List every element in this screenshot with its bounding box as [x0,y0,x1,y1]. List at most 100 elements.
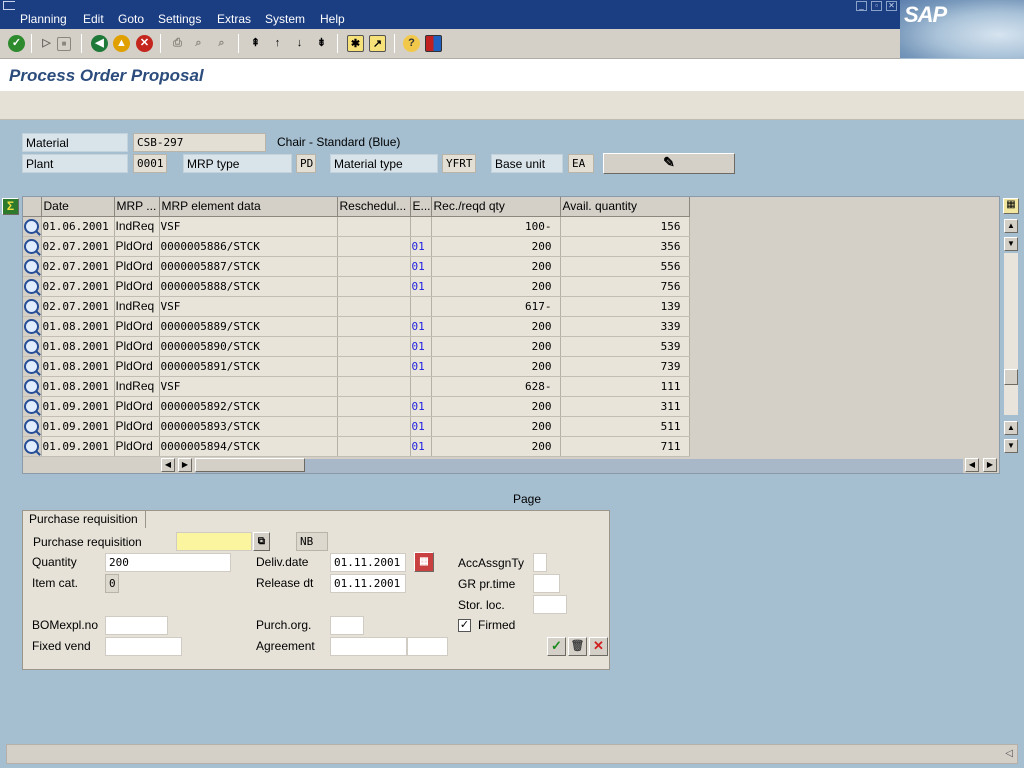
table-row[interactable]: 01.06.2001 IndReq VSF 100- 156 [23,216,690,237]
table-row[interactable]: 01.09.2001 PldOrd 0000005894/STCK 01 200 711 [23,436,690,457]
purch-org-input[interactable] [330,616,364,635]
magnifier-icon[interactable] [24,359,40,374]
magnifier-icon[interactable] [24,219,40,234]
row-detail-icon[interactable] [23,336,42,357]
agreement-item-input[interactable] [407,637,448,656]
table-row[interactable]: 02.07.2001 PldOrd 0000005886/STCK 01 200 356 [23,236,690,257]
table-row[interactable]: 01.09.2001 PldOrd 0000005892/STCK 01 200 311 [23,396,690,417]
stor-loc-input[interactable] [533,595,567,614]
row-detail-icon[interactable] [23,356,42,377]
vertical-scroll-thumb[interactable] [1004,369,1018,385]
calendar-icon[interactable]: ▦ [414,552,434,572]
fixed-vend-input[interactable] [105,637,182,656]
row-detail-icon[interactable] [23,396,42,417]
menu-goto[interactable]: Goto [118,12,144,26]
delete-button[interactable]: 🗑 [568,637,587,656]
last-page-icon[interactable]: ⇟ [313,35,330,52]
col-avail-quantity[interactable]: Avail. quantity [560,197,690,217]
close-window-icon[interactable]: ✕ [886,1,897,11]
minimize-icon[interactable]: _ [856,1,867,11]
scroll-down-button[interactable]: ▼ [1004,237,1018,251]
row-detail-icon[interactable] [23,296,42,317]
magnifier-icon[interactable] [24,299,40,314]
acc-assgn-input[interactable] [533,553,547,572]
magnifier-icon[interactable] [24,239,40,254]
row-detail-icon[interactable] [23,416,42,437]
scroll-right-button[interactable]: ▶ [178,458,192,472]
scroll-left-button[interactable]: ◀ [161,458,175,472]
magnifier-icon[interactable] [24,319,40,334]
find-next-icon[interactable]: ⌕ [213,35,230,52]
system-menu-icon[interactable] [3,1,15,10]
row-detail-icon[interactable] [23,436,42,457]
layout-menu-icon[interactable] [425,35,442,52]
magnifier-icon[interactable] [24,279,40,294]
exit-icon[interactable]: ▲ [113,35,130,52]
cancel-button[interactable]: ✕ [589,637,608,656]
col-rec-reqd-qty[interactable]: Rec./reqd qty [431,197,561,217]
row-detail-icon[interactable] [23,276,42,297]
magnifier-icon[interactable] [24,339,40,354]
magnifier-icon[interactable] [24,419,40,434]
scroll-up-button[interactable]: ▲ [1004,219,1018,233]
col-mrp-element[interactable]: MRP ... [114,197,160,217]
bom-expl-input[interactable] [105,616,168,635]
row-detail-icon[interactable] [23,376,42,397]
find-icon[interactable]: ⌕ [190,35,207,52]
row-detail-icon[interactable] [23,236,42,257]
cancel-icon[interactable]: ✕ [136,35,153,52]
firmed-checkbox[interactable]: ✓ [458,619,471,632]
create-session-icon[interactable]: ✱ [347,35,364,52]
magnifier-icon[interactable] [24,399,40,414]
confirm-button[interactable]: ✓ [547,637,566,656]
release-dt-input[interactable]: 01.11.2001 [330,574,406,593]
col-date[interactable]: Date [41,197,115,217]
magnifier-icon[interactable] [24,379,40,394]
magnifier-icon[interactable] [24,259,40,274]
vertical-scroll-track[interactable] [1004,253,1018,415]
horizontal-scroll-track[interactable] [195,459,963,473]
table-row[interactable]: 01.08.2001 PldOrd 0000005891/STCK 01 200 739 [23,356,690,377]
menu-settings[interactable]: Settings [158,12,201,26]
command-field-arrow-icon[interactable]: ▷ [38,35,55,52]
table-settings-icon[interactable]: ▦ [1003,198,1019,214]
scroll-page-up-button[interactable]: ▲ [1004,421,1018,435]
col-rescheduling[interactable]: Reschedul... [337,197,411,217]
horizontal-scroll-thumb[interactable] [195,458,305,472]
menu-system[interactable]: System [265,12,305,26]
table-row[interactable]: 01.08.2001 PldOrd 0000005889/STCK 01 200 339 [23,316,690,337]
first-page-icon[interactable]: ⇞ [247,35,264,52]
status-expand-icon[interactable]: ◁ [1005,748,1013,759]
deliv-date-input[interactable]: 01.11.2001 [330,553,406,572]
table-row[interactable]: 01.08.2001 PldOrd 0000005890/STCK 01 200 539 [23,336,690,357]
restore-icon[interactable]: ▫ [871,1,882,11]
purch-req-input[interactable] [176,532,252,551]
agreement-input[interactable] [330,637,407,656]
table-row[interactable]: 02.07.2001 PldOrd 0000005888/STCK 01 200 756 [23,276,690,297]
col-mrp-element-data[interactable]: MRP element data [159,197,338,217]
menu-extras[interactable]: Extras [217,12,251,26]
print-icon[interactable]: ⎙ [169,35,186,52]
gr-pr-time-input[interactable] [533,574,560,593]
change-material-button[interactable]: ✎ [603,153,735,174]
sum-icon[interactable]: Σ [2,198,19,215]
table-row[interactable]: 01.09.2001 PldOrd 0000005893/STCK 01 200 511 [23,416,690,437]
scroll-far-right-button[interactable]: ▶ [983,458,997,472]
row-detail-icon[interactable] [23,216,42,237]
create-shortcut-icon[interactable]: ↗ [369,35,386,52]
menu-planning[interactable]: Planning [20,12,67,26]
menu-edit[interactable]: Edit [83,12,104,26]
menu-help[interactable]: Help [320,12,345,26]
row-detail-icon[interactable] [23,256,42,277]
document-overview-icon[interactable]: ⧉ [253,532,270,551]
help-icon[interactable]: ? [403,35,420,52]
table-row[interactable]: 01.08.2001 IndReq VSF 628- 111 [23,376,690,397]
previous-page-icon[interactable]: ↑ [269,35,286,52]
row-detail-icon[interactable] [23,316,42,337]
scroll-page-down-button[interactable]: ▼ [1004,439,1018,453]
table-row[interactable]: 02.07.2001 IndReq VSF 617- 139 [23,296,690,317]
enter-icon[interactable]: ✓ [8,35,25,52]
table-row[interactable]: 02.07.2001 PldOrd 0000005887/STCK 01 200 556 [23,256,690,277]
select-all-header[interactable] [23,197,42,217]
scroll-far-left-button[interactable]: ◀ [965,458,979,472]
